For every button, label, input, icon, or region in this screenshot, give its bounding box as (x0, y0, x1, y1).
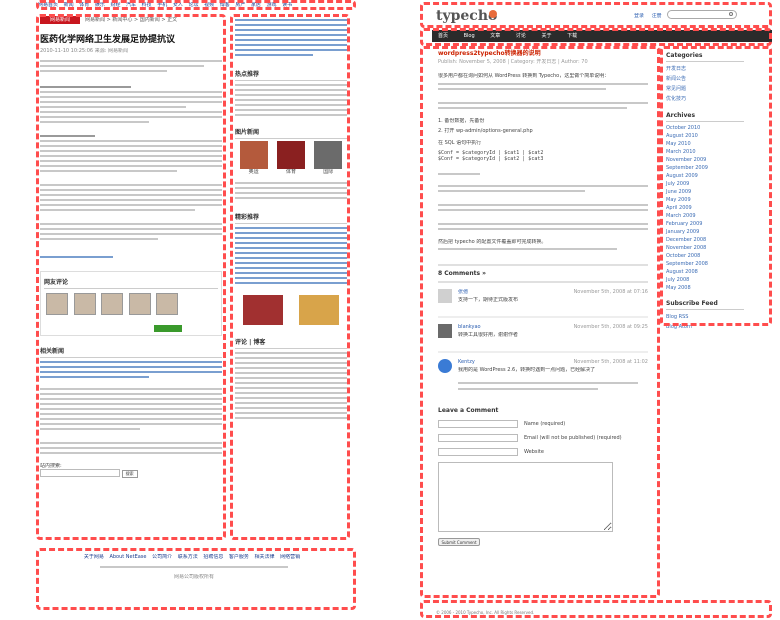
highlight-box (420, 46, 660, 598)
highlight-box (36, 14, 226, 540)
highlight-box (36, 548, 356, 610)
highlight-box (230, 14, 350, 540)
highlight-box (420, 600, 772, 618)
highlight-box (36, 0, 356, 10)
highlight-box (420, 2, 772, 28)
highlight-box (660, 46, 772, 326)
highlight-box (420, 28, 772, 46)
